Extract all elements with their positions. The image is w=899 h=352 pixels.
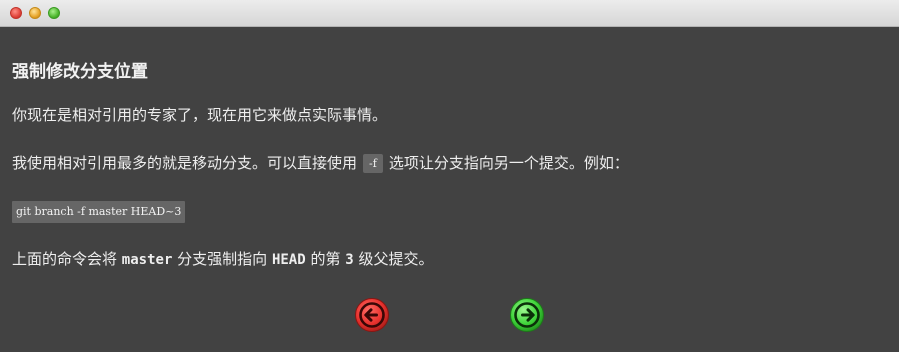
previous-button[interactable] <box>354 297 390 333</box>
head-ref: HEAD <box>271 252 306 268</box>
title-bar <box>0 0 899 27</box>
paragraph-3-part-4: 级父提交。 <box>358 250 434 268</box>
arrow-right-icon <box>510 298 544 332</box>
paragraph-2-text-before: 我使用相对引用最多的就是移动分支。可以直接使用 <box>12 154 358 172</box>
zoom-window-button[interactable] <box>48 7 60 19</box>
paragraph-3-part-2: 分支强制指向 <box>177 250 268 268</box>
lesson-paragraph-2: 我使用相对引用最多的就是移动分支。可以直接使用 -f 选项让分支指向另一个提交。例如… <box>12 152 629 173</box>
force-option-code: -f <box>363 154 383 173</box>
close-window-button[interactable] <box>10 7 22 19</box>
arrow-left-icon <box>355 298 389 332</box>
code-example: git branch -f master HEAD~3 <box>12 201 186 223</box>
paragraph-3-part-1: 上面的命令会将 <box>12 250 118 268</box>
paragraph-2-text-after: 选项让分支指向另一个提交。例如： <box>388 154 629 172</box>
app-window: 强制修改分支位置 你现在是相对引用的专家了，现在用它来做点实际事情。 我使用相对… <box>0 0 899 352</box>
branch-name: master <box>121 252 173 268</box>
lesson-paragraph-1: 你现在是相对引用的专家了，现在用它来做点实际事情。 <box>12 106 388 124</box>
lesson-paragraph-3: 上面的命令会将 master 分支强制指向 HEAD 的第 3 级父提交。 <box>12 248 433 269</box>
next-button[interactable] <box>509 297 545 333</box>
lesson-title: 强制修改分支位置 <box>12 62 148 82</box>
paragraph-3-part-3: 的第 <box>310 250 341 268</box>
minimize-window-button[interactable] <box>29 7 41 19</box>
parent-number: 3 <box>345 252 354 268</box>
